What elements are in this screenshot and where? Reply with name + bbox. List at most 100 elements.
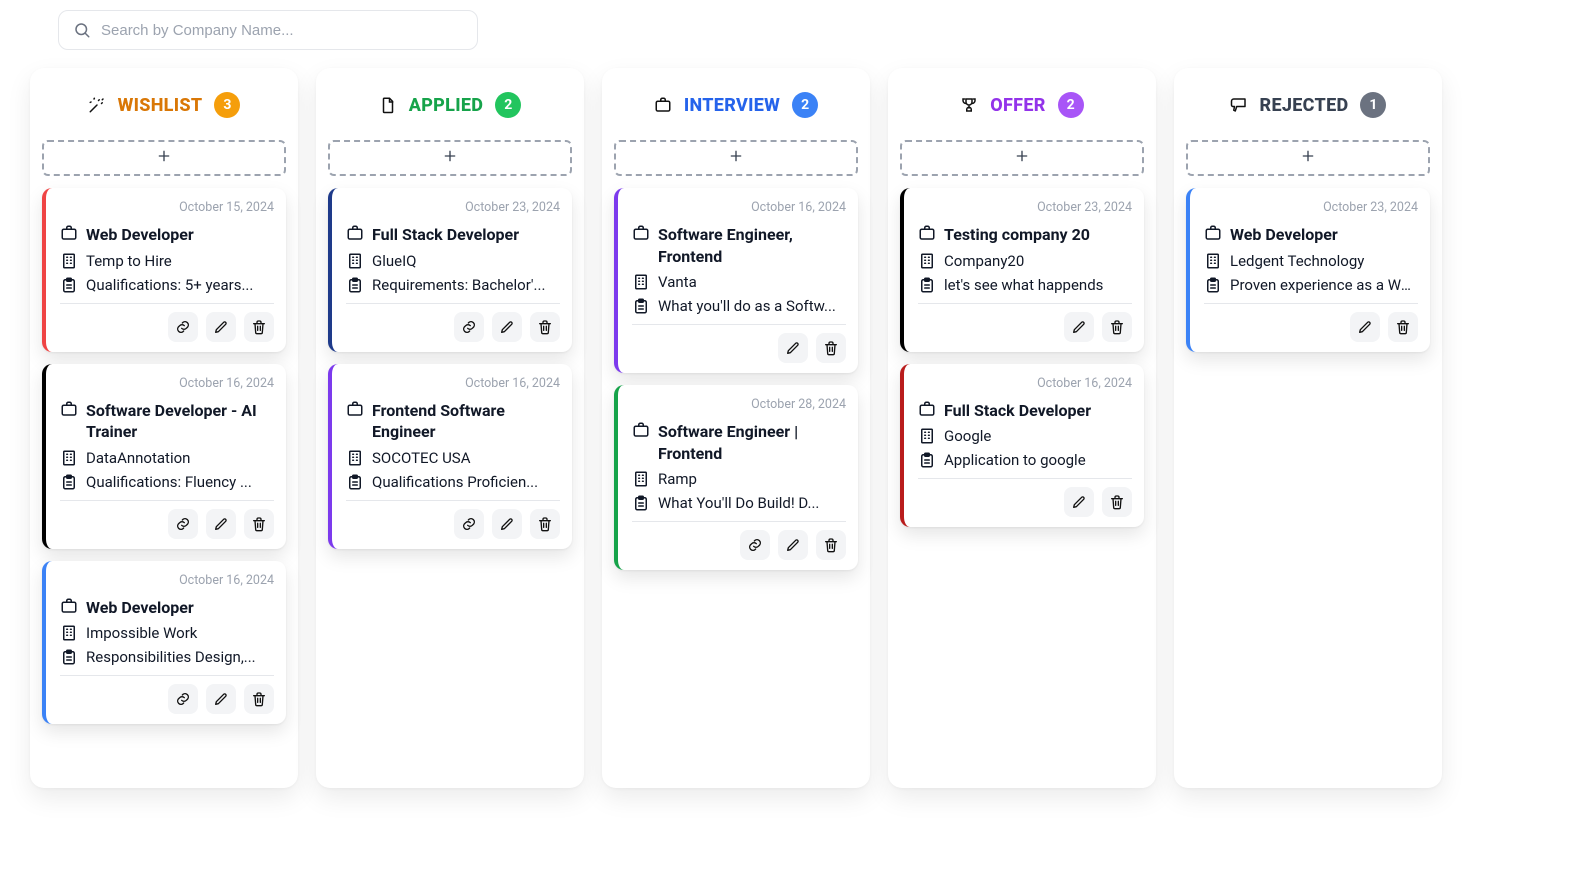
search-input[interactable] xyxy=(101,22,463,39)
search-icon xyxy=(73,21,91,39)
clipboard-icon xyxy=(60,648,78,666)
divider xyxy=(60,500,274,501)
divider xyxy=(918,478,1132,479)
card-title: Software Engineer | Frontend xyxy=(658,421,846,464)
job-card[interactable]: October 16, 2024 Software Engineer, Fron… xyxy=(614,188,858,373)
divider xyxy=(632,324,846,325)
card-title: Web Developer xyxy=(86,224,274,246)
add-card-button[interactable] xyxy=(614,140,858,176)
building-icon xyxy=(632,273,650,291)
card-description: Application to google xyxy=(944,451,1132,469)
trophy-icon xyxy=(960,96,978,114)
card-date: October 15, 2024 xyxy=(60,200,274,215)
delete-button[interactable] xyxy=(1102,487,1132,517)
divider xyxy=(632,521,846,522)
link-button[interactable] xyxy=(168,684,198,714)
job-card[interactable]: October 28, 2024 Software Engineer | Fro… xyxy=(614,385,858,570)
delete-button[interactable] xyxy=(1102,312,1132,342)
edit-button[interactable] xyxy=(1064,312,1094,342)
card-date: October 23, 2024 xyxy=(1204,200,1418,215)
delete-button[interactable] xyxy=(530,509,560,539)
add-card-button[interactable] xyxy=(328,140,572,176)
clipboard-icon xyxy=(918,451,936,469)
card-company: SOCOTEC USA xyxy=(372,449,560,467)
divider xyxy=(918,303,1132,304)
job-card[interactable]: October 23, 2024 Testing company 20 Comp… xyxy=(900,188,1144,352)
delete-button[interactable] xyxy=(1388,312,1418,342)
briefcase-icon xyxy=(918,400,936,418)
column-interview: INTERVIEW 2 October 16, 2024 Software En… xyxy=(602,68,870,788)
column-wishlist: WISHLIST 3 October 15, 2024 Web Develope… xyxy=(30,68,298,788)
link-button[interactable] xyxy=(454,509,484,539)
card-actions xyxy=(346,509,560,539)
building-icon xyxy=(1204,252,1222,270)
clipboard-icon xyxy=(632,494,650,512)
briefcase-icon xyxy=(654,96,672,114)
column-title: WISHLIST xyxy=(118,95,203,116)
delete-button[interactable] xyxy=(244,312,274,342)
card-title: Web Developer xyxy=(1230,224,1418,246)
job-card[interactable]: October 23, 2024 Full Stack Developer Gl… xyxy=(328,188,572,352)
edit-button[interactable] xyxy=(1350,312,1380,342)
job-card[interactable]: October 16, 2024 Full Stack Developer Go… xyxy=(900,364,1144,528)
card-date: October 16, 2024 xyxy=(918,376,1132,391)
card-description: What You'll Do Build! D... xyxy=(658,494,846,512)
card-description: Qualifications Proficien... xyxy=(372,473,560,491)
card-company: Ledgent Technology xyxy=(1230,252,1418,270)
card-description: Requirements: Bachelor'... xyxy=(372,276,560,294)
building-icon xyxy=(60,449,78,467)
briefcase-icon xyxy=(918,224,936,242)
delete-button[interactable] xyxy=(816,333,846,363)
job-card[interactable]: October 16, 2024 Software Developer - AI… xyxy=(42,364,286,549)
column-count-badge: 2 xyxy=(495,92,521,118)
card-company: Vanta xyxy=(658,273,846,291)
add-card-button[interactable] xyxy=(42,140,286,176)
delete-button[interactable] xyxy=(816,530,846,560)
building-icon xyxy=(918,427,936,445)
delete-button[interactable] xyxy=(244,509,274,539)
job-card[interactable]: October 16, 2024 Web Developer Impossibl… xyxy=(42,561,286,725)
briefcase-icon xyxy=(346,400,364,418)
edit-button[interactable] xyxy=(206,684,236,714)
divider xyxy=(346,500,560,501)
link-button[interactable] xyxy=(454,312,484,342)
add-card-button[interactable] xyxy=(1186,140,1430,176)
column-rejected: REJECTED 1 October 23, 2024 Web Develope… xyxy=(1174,68,1442,788)
card-company: DataAnnotation xyxy=(86,449,274,467)
card-description: Qualifications: Fluency ... xyxy=(86,473,274,491)
delete-button[interactable] xyxy=(530,312,560,342)
edit-button[interactable] xyxy=(206,509,236,539)
card-description: Proven experience as a We... xyxy=(1230,276,1418,294)
edit-button[interactable] xyxy=(206,312,236,342)
link-button[interactable] xyxy=(740,530,770,560)
divider xyxy=(60,675,274,676)
edit-button[interactable] xyxy=(1064,487,1094,517)
search-box[interactable] xyxy=(58,10,478,50)
column-applied: APPLIED 2 October 23, 2024 Full Stack De… xyxy=(316,68,584,788)
delete-button[interactable] xyxy=(244,684,274,714)
card-date: October 16, 2024 xyxy=(346,376,560,391)
link-button[interactable] xyxy=(168,509,198,539)
briefcase-icon xyxy=(1204,224,1222,242)
edit-button[interactable] xyxy=(778,530,808,560)
job-card[interactable]: October 15, 2024 Web Developer Temp to H… xyxy=(42,188,286,352)
card-actions xyxy=(60,312,274,342)
briefcase-icon xyxy=(60,224,78,242)
plus-icon xyxy=(1300,148,1316,168)
job-card[interactable]: October 23, 2024 Web Developer Ledgent T… xyxy=(1186,188,1430,352)
column-header: INTERVIEW 2 xyxy=(614,92,858,118)
card-actions xyxy=(632,333,846,363)
clipboard-icon xyxy=(60,473,78,491)
job-card[interactable]: October 16, 2024 Frontend Software Engin… xyxy=(328,364,572,549)
card-title: Software Developer - AI Trainer xyxy=(86,400,274,443)
edit-button[interactable] xyxy=(492,312,522,342)
edit-button[interactable] xyxy=(778,333,808,363)
edit-button[interactable] xyxy=(492,509,522,539)
building-icon xyxy=(918,252,936,270)
add-card-button[interactable] xyxy=(900,140,1144,176)
card-date: October 16, 2024 xyxy=(632,200,846,215)
card-title: Frontend Software Engineer xyxy=(372,400,560,443)
column-offer: OFFER 2 October 23, 2024 Testing company… xyxy=(888,68,1156,788)
link-button[interactable] xyxy=(168,312,198,342)
briefcase-icon xyxy=(632,224,650,242)
